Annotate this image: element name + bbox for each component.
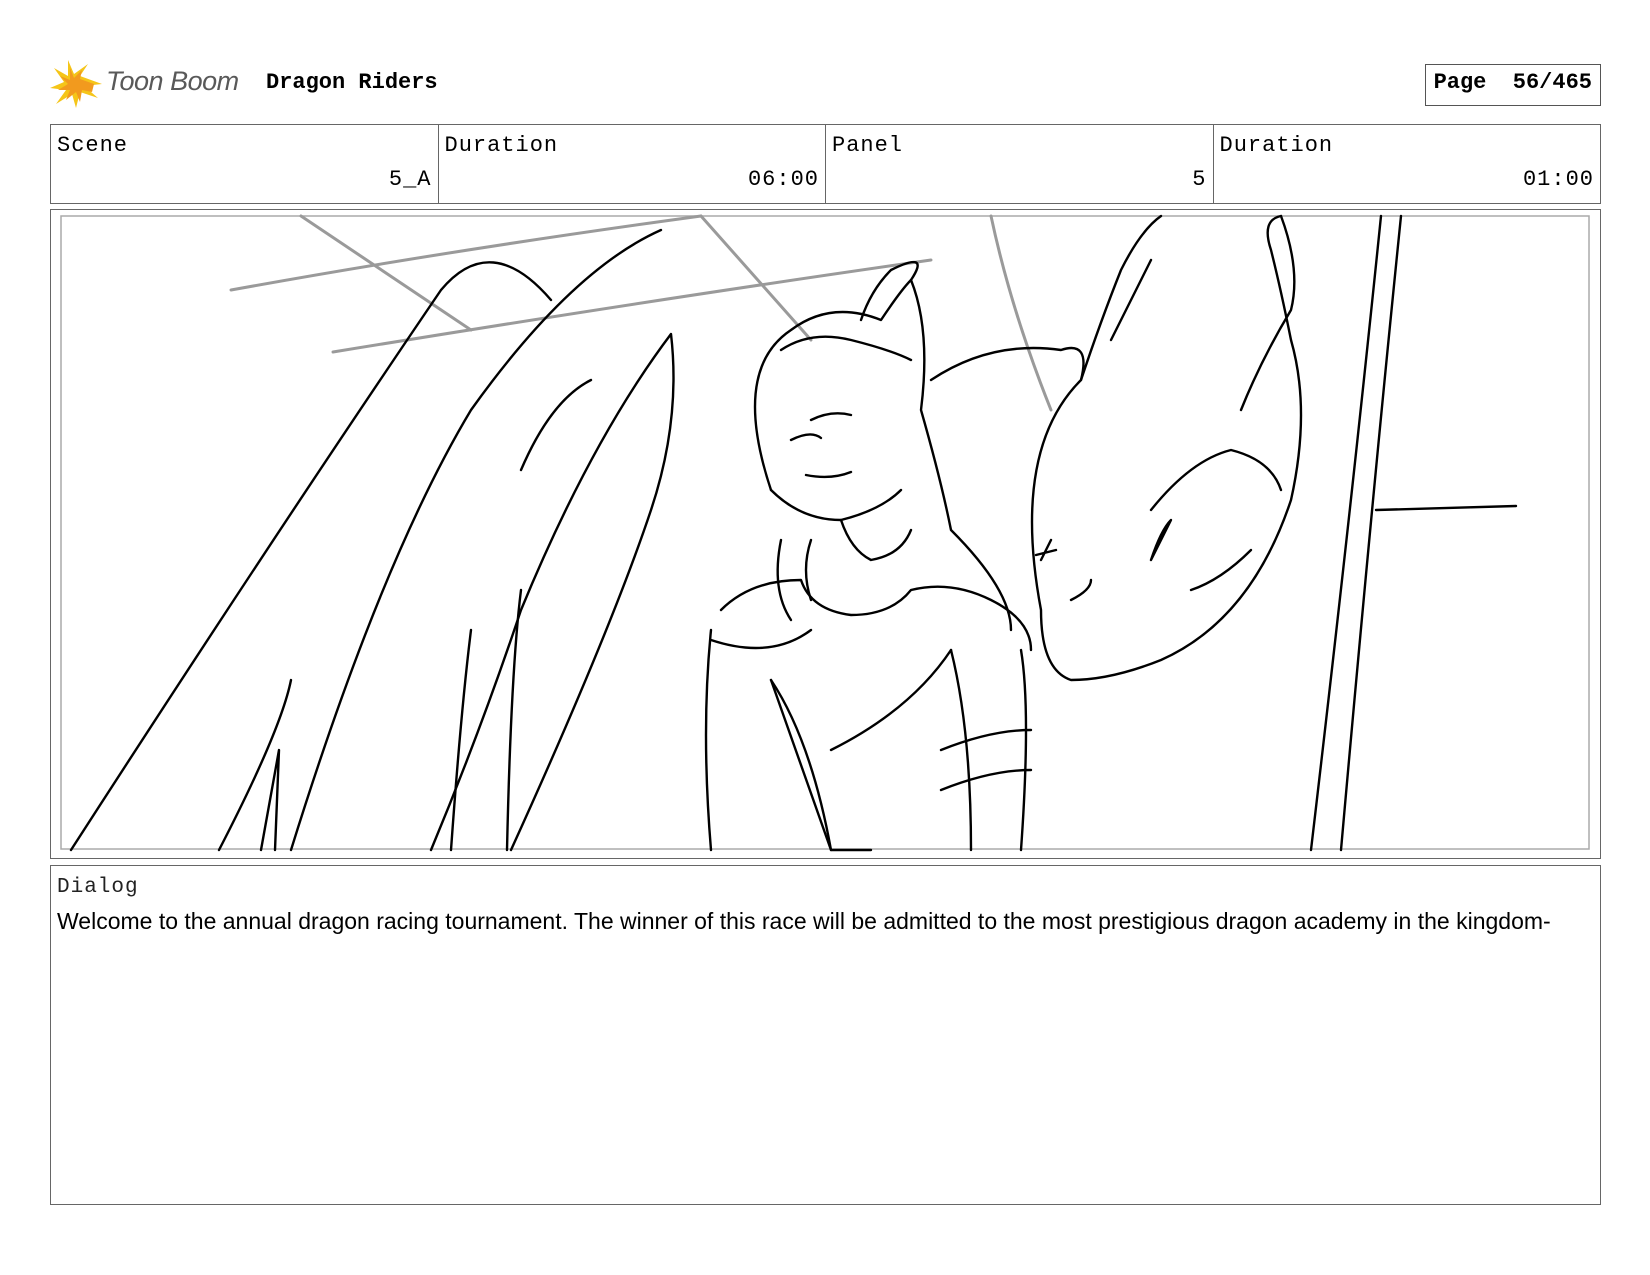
logo-wordmark: Toon Boom	[106, 66, 239, 96]
scene-label: Scene	[57, 133, 129, 158]
scene-value: 5_A	[388, 167, 432, 192]
panel-info-row: Scene 5_A Duration 06:00 Panel 5 Duratio…	[50, 124, 1601, 204]
dialog-text: Welcome to the annual dragon racing tour…	[57, 908, 1551, 934]
panel-duration-value: 01:00	[1522, 167, 1594, 192]
panel-label: Panel	[832, 133, 904, 158]
scene-cell: Scene 5_A	[51, 125, 439, 203]
panel-duration-cell: Duration 01:00	[1214, 125, 1601, 203]
dialog-label: Dialog	[57, 876, 139, 899]
page-number: 56/465	[1512, 70, 1592, 95]
page-indicator: Page 56/465	[1424, 64, 1601, 106]
panel-duration-label: Duration	[1219, 133, 1334, 158]
toon-boom-logo: Toon Boom	[50, 58, 250, 110]
panel-value: 5	[1192, 167, 1207, 192]
toon-boom-burst-icon	[50, 60, 102, 108]
page-label: Page	[1433, 70, 1487, 95]
character-sketch	[69, 214, 1518, 852]
panel-cell: Panel 5	[826, 125, 1214, 203]
storyboard-panel-image	[50, 209, 1601, 859]
storyboard-header: Toon Boom Dragon Riders Page 56/465	[50, 56, 1601, 108]
dialog-box: Dialog Welcome to the annual dragon raci…	[50, 865, 1601, 1205]
project-title: Dragon Riders	[266, 70, 438, 95]
sketch-drawing	[60, 214, 1590, 852]
scene-duration-value: 06:00	[747, 167, 819, 192]
scene-duration-cell: Duration 06:00	[439, 125, 826, 203]
construction-lines	[229, 214, 1053, 412]
scene-duration-label: Duration	[444, 133, 559, 158]
